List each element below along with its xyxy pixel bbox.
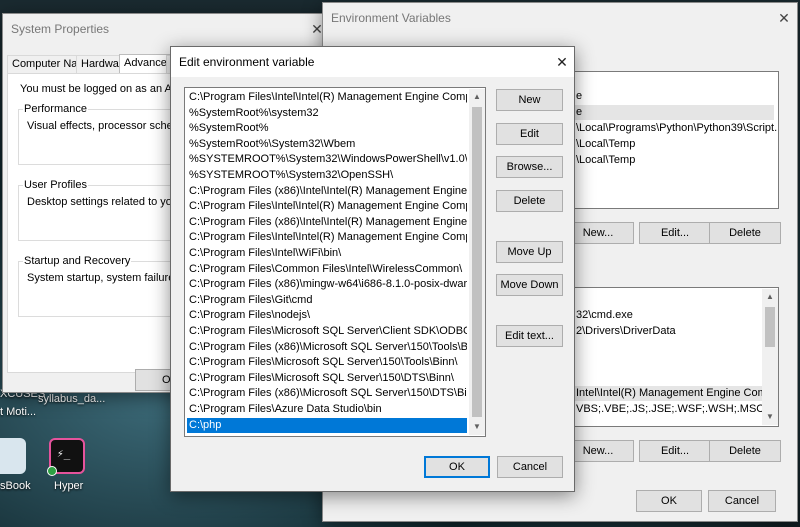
browse-button[interactable]: Browse... xyxy=(496,156,563,178)
system-delete-button[interactable]: Delete xyxy=(709,440,781,462)
path-entry[interactable]: C:\Program Files (x86)\Microsoft SQL Ser… xyxy=(187,386,467,401)
move-up-button[interactable]: Move Up xyxy=(496,241,563,263)
path-entry[interactable]: C:\Program Files\Microsoft SQL Server\15… xyxy=(187,355,467,370)
path-entry[interactable]: %SYSTEMROOT%\System32\WindowsPowerShell\… xyxy=(187,152,467,167)
performance-legend: Performance xyxy=(23,103,88,115)
book-app-icon[interactable] xyxy=(0,438,26,474)
path-entry[interactable]: %SystemRoot%\system32 xyxy=(187,106,467,121)
selected-path-entry[interactable]: C:\php xyxy=(187,417,467,433)
path-entry[interactable]: C:\Program Files\Microsoft SQL Server\Cl… xyxy=(187,324,467,339)
delete-entry-button[interactable]: Delete xyxy=(496,190,563,212)
user-delete-button[interactable]: Delete xyxy=(709,222,781,244)
user-edit-button[interactable]: Edit... xyxy=(639,222,711,244)
list-item[interactable]: \Local\Temp xyxy=(574,137,635,152)
env-cancel-button[interactable]: Cancel xyxy=(708,490,776,512)
edit-dialog-title: Edit environment variable xyxy=(171,47,574,77)
path-entry[interactable]: C:\Program Files (x86)\Microsoft SQL Ser… xyxy=(187,340,467,355)
desktop-label-syllabus[interactable]: syllabus_da... xyxy=(38,393,105,405)
list-item[interactable]: e xyxy=(574,89,582,104)
env-ok-button[interactable]: OK xyxy=(636,490,702,512)
path-entry[interactable]: %SystemRoot% xyxy=(187,121,467,136)
path-entry[interactable]: C:\Program Files (x86)\Intel\Intel(R) Ma… xyxy=(187,184,467,199)
startup-recovery-legend: Startup and Recovery xyxy=(23,255,132,267)
scroll-thumb[interactable] xyxy=(765,307,775,347)
system-properties-title: System Properties xyxy=(11,22,110,36)
list-item[interactable]: 2\Drivers\DriverData xyxy=(574,324,676,339)
path-entry[interactable]: C:\Program Files\Intel\Intel(R) Manageme… xyxy=(187,230,467,245)
path-entry[interactable]: C:\Program Files\Git\cmd xyxy=(187,293,467,308)
close-icon[interactable]: ✕ xyxy=(553,53,571,71)
desktop-label-motion[interactable]: t Moti... xyxy=(0,406,36,418)
path-entries-scrollbar[interactable]: ▲ ▼ xyxy=(469,89,485,435)
edit-dialog-cancel-button[interactable]: Cancel xyxy=(497,456,563,478)
hyper-app-icon[interactable]: ⚡_ xyxy=(47,438,85,476)
path-entries-list[interactable]: C:\Program Files\Intel\Intel(R) Manageme… xyxy=(184,87,486,437)
path-entry[interactable]: C:\Program Files\Intel\WiFi\bin\ xyxy=(187,246,467,261)
path-entry[interactable]: %SystemRoot%\System32\Wbem xyxy=(187,137,467,152)
list-item[interactable]: 32\cmd.exe xyxy=(574,308,633,323)
desktop-label-book[interactable]: sBook xyxy=(0,480,31,492)
path-entry[interactable]: C:\Program Files\nodejs\ xyxy=(187,308,467,323)
edit-entry-button[interactable]: Edit xyxy=(496,123,563,145)
list-item[interactable]: Intel\Intel(R) Management Engine Compo..… xyxy=(574,386,764,401)
new-entry-button[interactable]: New xyxy=(496,89,563,111)
user-profiles-legend: User Profiles xyxy=(23,179,88,191)
scroll-down-arrow-icon[interactable]: ▼ xyxy=(762,409,778,425)
scroll-thumb[interactable] xyxy=(472,107,482,417)
path-entry[interactable]: C:\Program Files\Azure Data Studio\bin xyxy=(187,402,467,417)
close-icon[interactable]: ✕ xyxy=(775,9,793,27)
path-entry[interactable]: C:\Program Files (x86)\Intel\Intel(R) Ma… xyxy=(187,215,467,230)
desktop-label-hyper[interactable]: Hyper xyxy=(54,480,83,492)
edit-environment-variable-dialog: Edit environment variable ✕ C:\Program F… xyxy=(170,46,575,492)
edit-dialog-ok-button[interactable]: OK xyxy=(424,456,490,478)
path-entry[interactable]: C:\Program Files\Intel\Intel(R) Manageme… xyxy=(187,199,467,214)
check-badge-icon xyxy=(47,466,57,476)
list-item[interactable]: VBS;.VBE;.JS;.JSE;.WSF;.WSH;.MSC xyxy=(574,402,764,417)
scroll-up-arrow-icon[interactable]: ▲ xyxy=(762,289,778,305)
environment-variables-title: Environment Variables xyxy=(331,11,451,25)
terminal-prompt-icon: ⚡_ xyxy=(57,447,71,460)
system-variables-scrollbar[interactable]: ▲ ▼ xyxy=(762,289,778,425)
edit-text-button[interactable]: Edit text... xyxy=(496,325,563,347)
list-item[interactable]: e xyxy=(574,105,774,120)
scroll-down-arrow-icon[interactable]: ▼ xyxy=(469,419,485,435)
list-item[interactable]: \Local\Temp xyxy=(574,153,635,168)
path-entry[interactable]: C:\Program Files\Common Files\Intel\Wire… xyxy=(187,262,467,277)
system-edit-button[interactable]: Edit... xyxy=(639,440,711,462)
path-entry[interactable]: C:\Program Files\Microsoft SQL Server\15… xyxy=(187,371,467,386)
move-down-button[interactable]: Move Down xyxy=(496,274,563,296)
scroll-up-arrow-icon[interactable]: ▲ xyxy=(469,89,485,105)
path-entry[interactable]: %SYSTEMROOT%\System32\OpenSSH\ xyxy=(187,168,467,183)
path-entry[interactable]: C:\Program Files\Intel\Intel(R) Manageme… xyxy=(187,90,467,105)
path-entry[interactable]: C:\Program Files (x86)\mingw-w64\i686-8.… xyxy=(187,277,467,292)
list-item[interactable]: \Local\Programs\Python\Python39\Script..… xyxy=(574,121,778,136)
